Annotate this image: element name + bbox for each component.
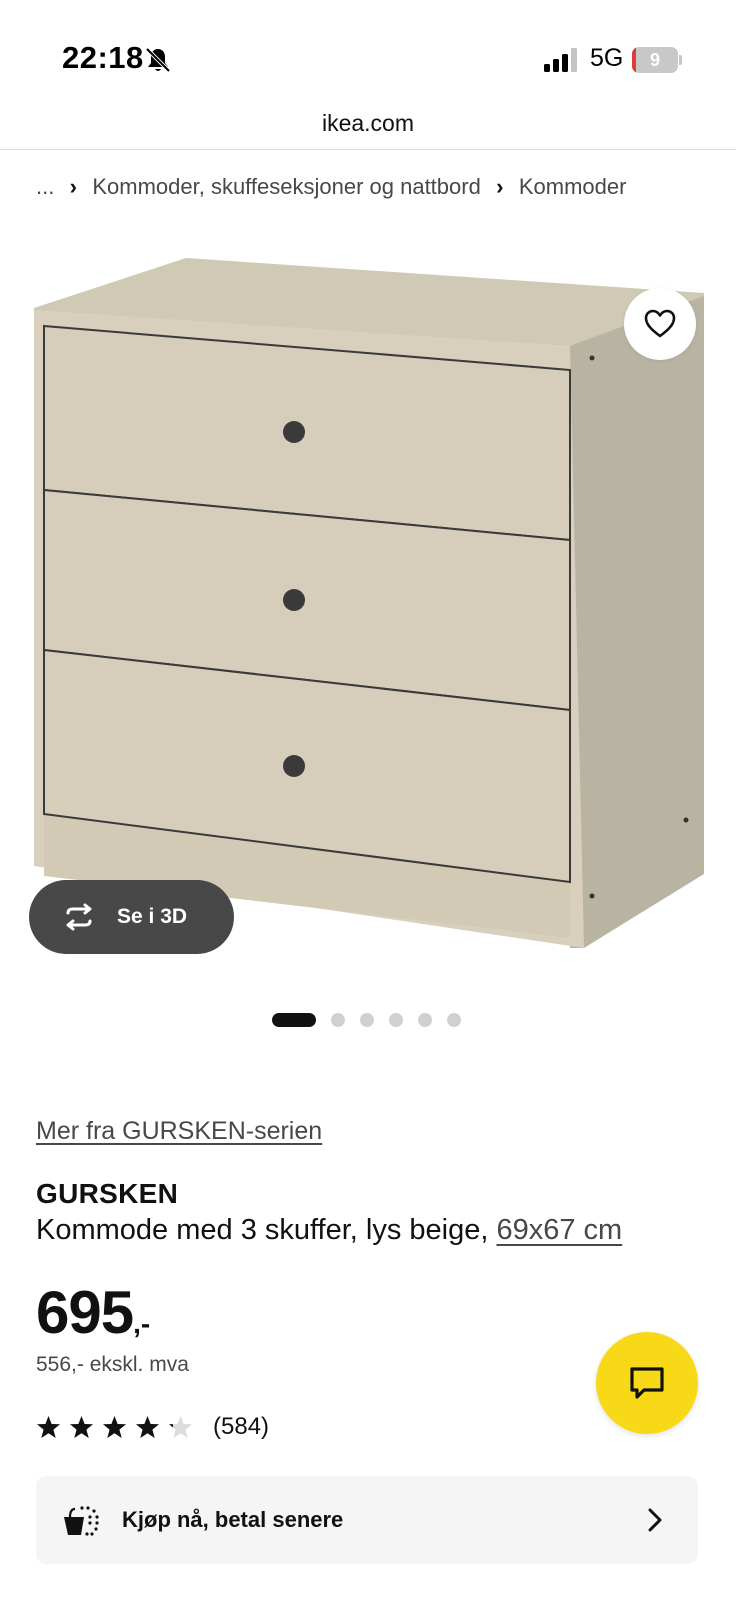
star-icon (169, 1415, 192, 1438)
view-3d-label: Se i 3D (117, 905, 188, 928)
pager-dot[interactable] (389, 1013, 403, 1027)
breadcrumb-item-dressers[interactable]: Kommoder (519, 174, 627, 200)
view-3d-button[interactable]: Se i 3D (29, 880, 234, 954)
image-pager (272, 1012, 476, 1028)
star-rating (36, 1415, 201, 1440)
pay-later-row[interactable]: Kjøp nå, betal senere (36, 1476, 698, 1564)
rating[interactable]: (584) (36, 1410, 269, 1444)
price-suffix: ,- (133, 1308, 151, 1339)
pager-dot[interactable] (360, 1013, 374, 1027)
size-link[interactable]: 69x67 cm (496, 1214, 622, 1246)
product-price: 695,- (36, 1278, 150, 1347)
pager-dot[interactable] (447, 1013, 461, 1027)
breadcrumb-item-dressers-category[interactable]: Kommoder, skuffeseksjoner og nattbord (92, 174, 480, 200)
star-icon (70, 1415, 93, 1438)
rotate-3d-icon (66, 903, 92, 931)
bell-slash-icon (145, 47, 171, 73)
pager-dot[interactable] (272, 1013, 316, 1027)
series-link[interactable]: Mer fra GURSKEN-serien (36, 1117, 322, 1146)
chevron-right-icon (648, 1508, 662, 1532)
product-description-text: Kommode med 3 skuffer, lys beige, (36, 1214, 497, 1246)
shopping-bag-icon (64, 1506, 99, 1536)
status-bar: 22:18 5G 9 (0, 0, 736, 104)
heart-icon (644, 309, 676, 338)
product-image[interactable] (0, 248, 736, 990)
star-icon (103, 1415, 126, 1438)
price-ex-vat: 556,- ekskl. mva (36, 1353, 189, 1376)
breadcrumb-ellipsis[interactable]: ... (36, 174, 54, 200)
breadcrumb-chevron-icon: › (69, 174, 77, 199)
status-time: 22:18 (62, 40, 144, 75)
network-label: 5G (590, 44, 624, 72)
pager-dot[interactable] (331, 1013, 345, 1027)
favorite-button[interactable] (624, 288, 696, 360)
breadcrumb-chevron-icon: › (496, 174, 504, 199)
battery-indicator: 9 (632, 47, 682, 73)
signal-icon (544, 48, 577, 72)
url-text: ikea.com (321, 110, 415, 136)
review-count[interactable]: (584) (213, 1413, 269, 1441)
price-main: 695 (36, 1279, 134, 1346)
pager-dot[interactable] (418, 1013, 432, 1027)
battery-level: 9 (649, 50, 660, 70)
star-icon (136, 1415, 159, 1438)
star-icon (37, 1415, 60, 1438)
product-name: GURSKEN (36, 1178, 179, 1209)
chat-button[interactable] (596, 1332, 698, 1434)
product-description: Kommode med 3 skuffer, lys beige, 69x67 … (36, 1214, 622, 1247)
pay-later-label: Kjøp nå, betal senere (122, 1507, 344, 1532)
chat-bubble-icon (630, 1367, 664, 1399)
url-bar[interactable]: ikea.com (0, 104, 736, 150)
breadcrumb: ... › Kommoder, skuffeseksjoner og nattb… (36, 170, 626, 204)
